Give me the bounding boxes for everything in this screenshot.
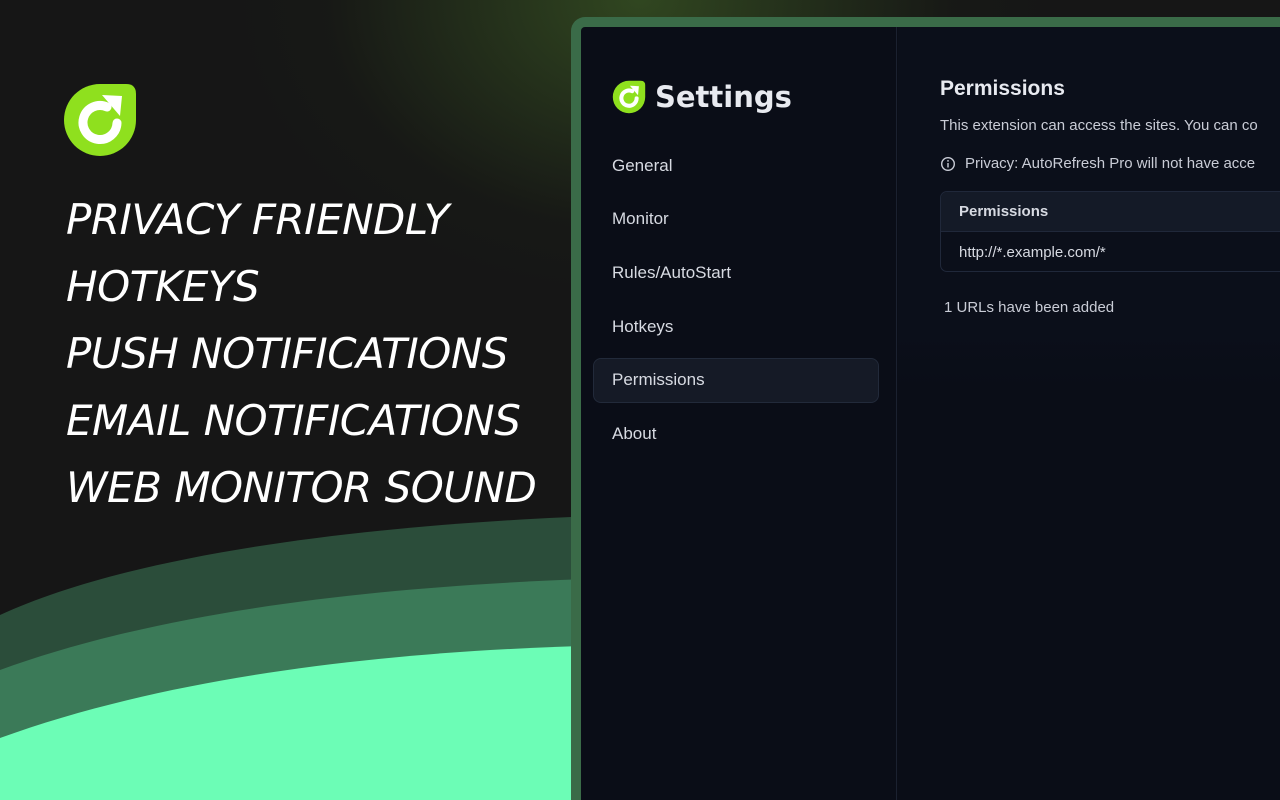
feature-list: PRIVACY FRIENDLY HOTKEYS PUSH NOTIFICATI… <box>66 186 537 521</box>
feature-item: PUSH NOTIFICATIONS <box>66 329 508 378</box>
feature-item: EMAIL NOTIFICATIONS <box>66 396 521 445</box>
settings-sidebar: Settings General Monitor Rules/AutoStart… <box>581 27 897 800</box>
sidebar-item-monitor[interactable]: Monitor <box>593 197 879 242</box>
sidebar-item-general[interactable]: General <box>593 143 879 188</box>
feature-item: HOTKEYS <box>66 262 260 311</box>
settings-window: Settings General Monitor Rules/AutoStart… <box>571 17 1280 800</box>
feature-item: PRIVACY FRIENDLY <box>66 195 449 244</box>
refresh-logo-icon <box>612 80 646 114</box>
page-title: Permissions <box>940 77 1065 100</box>
url-count-text: 1 URLs have been added <box>944 299 1115 316</box>
sidebar-item-about[interactable]: About <box>593 411 879 456</box>
info-icon <box>940 156 956 171</box>
permissions-table: Permissions http://*.example.com/* <box>940 191 1280 272</box>
privacy-note-text: Privacy: AutoRefresh Pro will not have a… <box>965 155 1256 172</box>
table-header: Permissions <box>941 192 1280 232</box>
permissions-panel: Permissions This extension can access th… <box>898 27 1280 800</box>
privacy-note: Privacy: AutoRefresh Pro will not have a… <box>940 155 1255 172</box>
sidebar-brand: Settings <box>611 79 792 115</box>
table-row: http://*.example.com/* <box>959 243 1106 261</box>
sidebar-item-hotkeys[interactable]: Hotkeys <box>593 304 879 349</box>
feature-item: WEB MONITOR SOUND <box>66 463 537 512</box>
sidebar-item-permissions[interactable]: Permissions <box>593 357 879 403</box>
sidebar-nav: General Monitor Rules/AutoStart Hotkeys … <box>593 143 879 465</box>
sidebar-item-rules-autostart[interactable]: Rules/AutoStart <box>593 250 879 295</box>
sidebar-title: Settings <box>655 80 792 114</box>
permissions-description: This extension can access the sites. You… <box>940 117 1258 134</box>
refresh-logo-icon <box>64 84 136 156</box>
